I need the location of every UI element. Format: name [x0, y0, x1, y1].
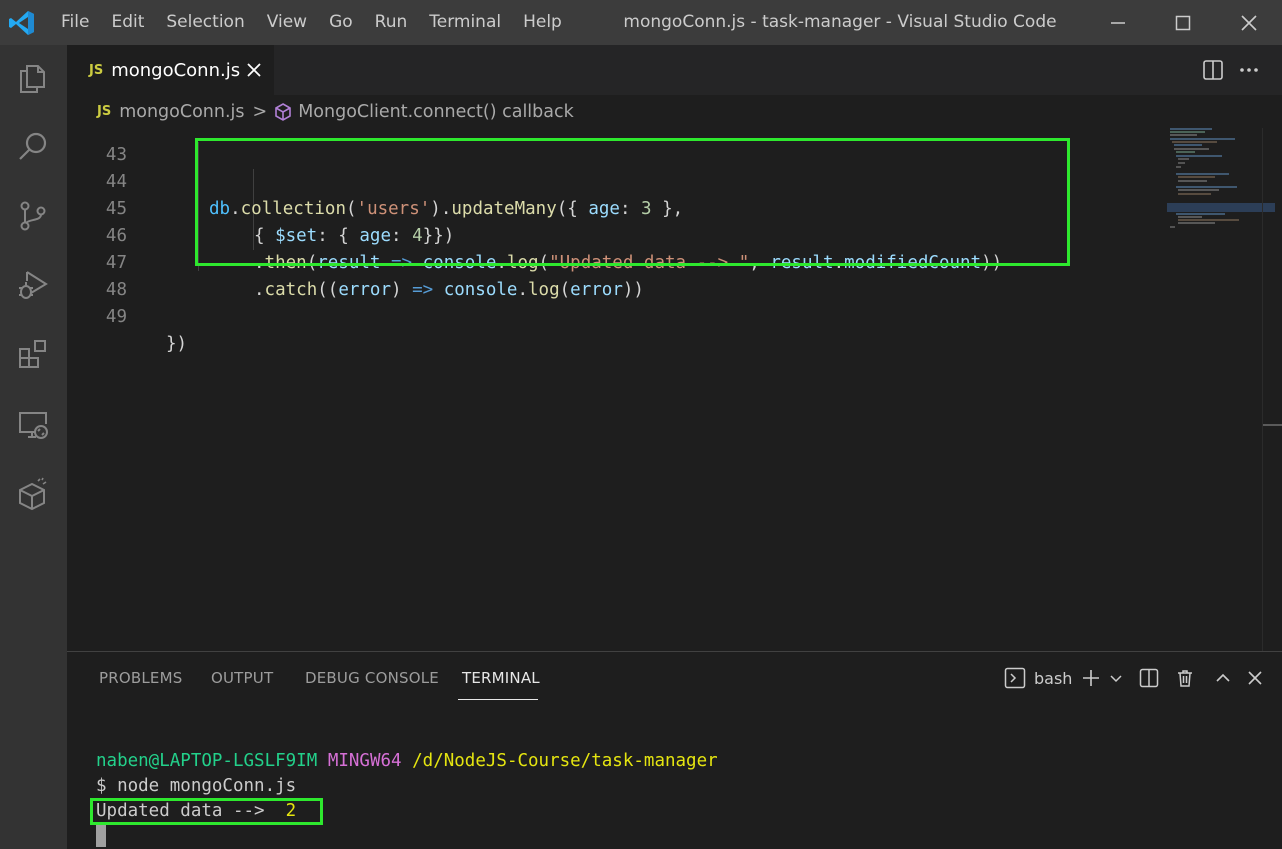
window-title: mongoConn.js - task-manager - Visual Stu… [623, 12, 1057, 32]
terminal-icon [1004, 667, 1026, 689]
code-editor[interactable]: 43 44 db.collection('users').updateMany(… [67, 128, 1282, 651]
highlight-box [195, 138, 1070, 266]
tab-debug-console[interactable]: DEBUG CONSOLE [305, 669, 439, 687]
menu-edit[interactable]: Edit [100, 0, 155, 45]
menu-bar: File Edit Selection View Go Run Terminal… [50, 0, 573, 45]
breadcrumb-symbol[interactable]: MongoClient.connect() callback [298, 102, 574, 122]
minimap[interactable] [1167, 128, 1277, 248]
terminal-shell-selector[interactable]: bash [1004, 666, 1072, 690]
explorer-icon[interactable] [12, 57, 54, 99]
minimize-icon[interactable] [1086, 0, 1150, 45]
menu-go[interactable]: Go [318, 0, 364, 45]
source-control-icon[interactable] [12, 195, 54, 237]
symbol-method-icon [273, 102, 293, 122]
new-terminal-icon[interactable] [1080, 666, 1102, 690]
active-tab-indicator [458, 699, 538, 700]
tab-problems[interactable]: PROBLEMS [99, 669, 182, 687]
close-tab-icon[interactable] [243, 59, 265, 81]
terminal-cursor [96, 825, 106, 847]
highlight-box [90, 798, 323, 825]
terminal-prompt-line: naben@LAPTOP-LGSLF9IM MINGW64 /d/NodeJS-… [96, 749, 718, 773]
extensions-icon[interactable] [12, 333, 54, 375]
vscode-logo-icon [8, 9, 36, 37]
search-icon[interactable] [12, 126, 54, 168]
split-editor-icon[interactable] [1200, 57, 1226, 83]
line-number: 49 [105, 307, 127, 327]
chevron-up-icon[interactable] [1212, 666, 1234, 690]
split-terminal-icon[interactable] [1138, 666, 1160, 690]
editor-scrollbar[interactable] [1262, 128, 1282, 651]
menu-run[interactable]: Run [364, 0, 419, 45]
js-file-icon: JS [97, 104, 112, 119]
terminal-path: /d/NodeJS-Course/task-manager [412, 751, 718, 771]
close-panel-icon[interactable] [1244, 666, 1266, 690]
more-actions-icon[interactable] [1236, 57, 1262, 83]
tab-label: mongoConn.js [111, 59, 241, 81]
activity-bar [0, 45, 67, 849]
menu-file[interactable]: File [50, 0, 100, 45]
breadcrumb-file[interactable]: mongoConn.js [119, 102, 244, 122]
maximize-icon[interactable] [1151, 0, 1215, 45]
tab-terminal[interactable]: TERMINAL [462, 669, 540, 687]
remote-explorer-icon[interactable] [12, 403, 54, 445]
breadcrumb: JS mongoConn.js > MongoClient.connect() … [67, 95, 1282, 128]
tab-output[interactable]: OUTPUT [211, 669, 273, 687]
menu-terminal[interactable]: Terminal [418, 0, 512, 45]
close-window-icon[interactable] [1217, 0, 1281, 45]
code-line: 49 }) [67, 277, 1167, 354]
chevron-down-icon[interactable] [1107, 666, 1125, 690]
tab-mongoconn[interactable]: JS mongoConn.js [67, 45, 274, 95]
run-debug-icon[interactable] [12, 264, 54, 306]
docker-icon[interactable] [12, 473, 54, 515]
menu-selection[interactable]: Selection [155, 0, 255, 45]
title-bar: File Edit Selection View Go Run Terminal… [0, 0, 1282, 45]
menu-help[interactable]: Help [512, 0, 573, 45]
editor-tab-bar: JS mongoConn.js [67, 45, 1282, 95]
terminal-env: MINGW64 [327, 751, 402, 771]
terminal-user: naben@LAPTOP-LGSLF9IM [96, 751, 318, 771]
terminal-command-line: $ node mongoConn.js [96, 776, 297, 796]
menu-view[interactable]: View [256, 0, 318, 45]
scrollbar-marker [1263, 424, 1282, 426]
shell-name: bash [1034, 668, 1073, 688]
breadcrumb-separator: > [252, 101, 268, 122]
trash-icon[interactable] [1174, 666, 1196, 690]
bottom-panel: PROBLEMS OUTPUT DEBUG CONSOLE TERMINAL b… [67, 651, 1282, 849]
code-token: }) [166, 334, 188, 354]
js-file-icon: JS [89, 62, 104, 78]
